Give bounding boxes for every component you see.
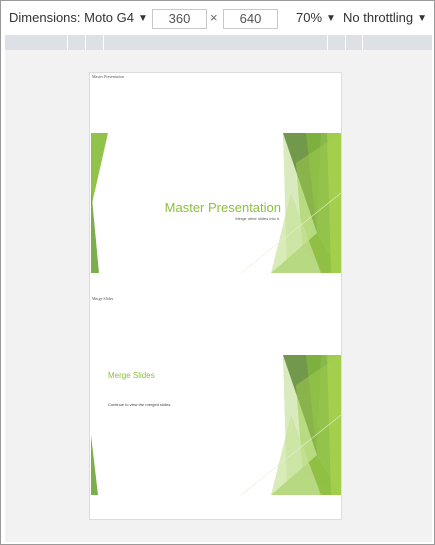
zoom-dropdown[interactable]: 70% ▼ [296,9,336,28]
ruler-tick [362,35,363,50]
width-input[interactable]: 360 [152,9,207,29]
slide-title: Merge Slides [108,371,155,380]
device-dropdown-caret-icon: ▼ [138,13,148,24]
device-toolbar: Dimensions: Moto G4 ▼ 360 × 640 70% ▼ No t… [1,1,434,35]
device-viewport: Master Presentation Master Presentation … [5,50,432,542]
throttling-dropdown-caret-icon: ▼ [417,13,427,24]
slide-caption: Merge Slides [92,296,114,301]
zoom-dropdown-caret-icon: ▼ [326,13,336,24]
ruler-tick [85,35,86,50]
times-icon: × [210,10,218,25]
slide-title: Master Presentation [164,200,281,215]
slide-1: Master Presentation Merge other slides i… [91,133,341,273]
slide-body-text: Continue to view the merged slides. [108,402,172,407]
emulated-device-screen[interactable]: Master Presentation Master Presentation … [89,72,342,520]
throttling-dropdown[interactable]: No throttling ▼ [343,9,427,28]
height-input[interactable]: 640 [223,9,278,29]
device-dropdown-label: Dimensions: Moto G4 [9,10,134,25]
ruler-tick [327,35,328,50]
zoom-dropdown-label: 70% [296,10,323,25]
ruler-tick [345,35,346,50]
ruler-tick [103,35,104,50]
media-query-ruler[interactable] [5,35,432,50]
ruler-tick [67,35,68,50]
slide-caption: Master Presentation [92,74,124,79]
slide-2: Merge Slides Continue to view the merged… [91,355,341,495]
devtools-device-window: Dimensions: Moto G4 ▼ 360 × 640 70% ▼ No t… [0,0,435,545]
device-dropdown[interactable]: Dimensions: Moto G4 ▼ [9,9,148,28]
slide-subtitle: Merge other slides into it. [235,216,280,221]
throttling-dropdown-label: No throttling [343,10,414,25]
